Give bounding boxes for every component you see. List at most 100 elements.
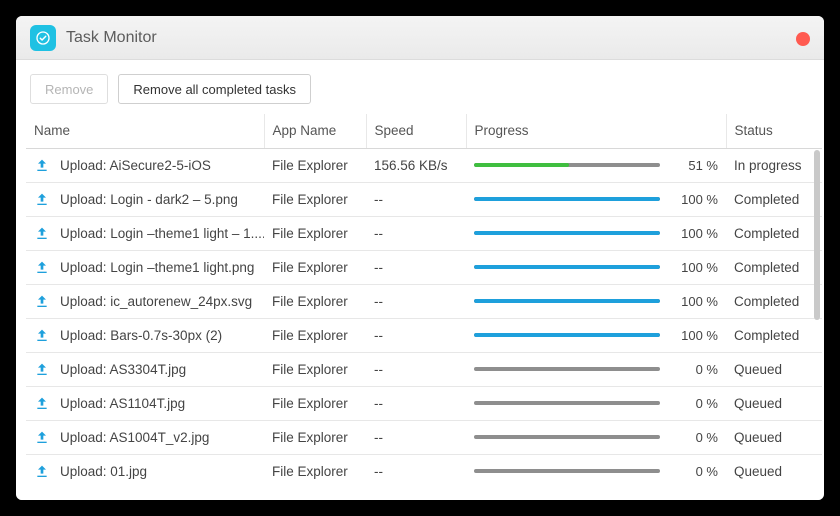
task-status: Completed — [726, 250, 822, 284]
col-app[interactable]: App Name — [264, 114, 366, 148]
remove-all-completed-button[interactable]: Remove all completed tasks — [118, 74, 311, 104]
upload-icon — [34, 157, 50, 173]
task-app: File Explorer — [264, 148, 366, 182]
task-speed: -- — [366, 420, 466, 454]
task-app: File Explorer — [264, 318, 366, 352]
col-speed[interactable]: Speed — [366, 114, 466, 148]
task-progress-cell: 0 % — [466, 420, 726, 454]
task-speed: -- — [366, 216, 466, 250]
progress-bar — [474, 469, 660, 473]
table-row[interactable]: Upload: AS1104T.jpg File Explorer-- 0 % Que… — [26, 386, 822, 420]
titlebar: Task Monitor — [16, 16, 824, 60]
task-name: Upload: AS1104T.jpg — [60, 396, 185, 411]
upload-icon — [34, 225, 50, 241]
task-speed: -- — [366, 318, 466, 352]
bottom-fade — [16, 486, 824, 500]
upload-icon — [34, 259, 50, 275]
table-row[interactable]: Upload: Bars-0.7s-30px (2) File Explorer-… — [26, 318, 822, 352]
task-name: Upload: 01.jpg — [60, 464, 147, 479]
progress-bar — [474, 265, 660, 269]
upload-icon — [34, 429, 50, 445]
progress-percent: 100 % — [674, 294, 718, 309]
table-row[interactable]: Upload: AS1004T_v2.jpg File Explorer-- 0 %… — [26, 420, 822, 454]
progress-bar — [474, 299, 660, 303]
task-speed: -- — [366, 250, 466, 284]
task-status: In progress — [726, 148, 822, 182]
task-speed: 156.56 KB/s — [366, 148, 466, 182]
task-speed: -- — [366, 352, 466, 386]
task-app: File Explorer — [264, 420, 366, 454]
task-status: Queued — [726, 352, 822, 386]
progress-percent: 0 % — [674, 464, 718, 479]
task-name: Upload: AS3304T.jpg — [60, 362, 186, 377]
table-header-row: Name App Name Speed Progress Status — [26, 114, 822, 148]
task-app: File Explorer — [264, 386, 366, 420]
progress-bar — [474, 333, 660, 337]
progress-bar — [474, 435, 660, 439]
task-speed: -- — [366, 284, 466, 318]
task-progress-cell: 100 % — [466, 284, 726, 318]
task-progress-cell: 100 % — [466, 250, 726, 284]
progress-percent: 51 % — [674, 158, 718, 173]
progress-bar — [474, 197, 660, 201]
col-name[interactable]: Name — [26, 114, 264, 148]
app-icon — [30, 25, 56, 51]
task-app: File Explorer — [264, 454, 366, 488]
task-status: Completed — [726, 318, 822, 352]
table-row[interactable]: Upload: Login –theme1 light – 1....File … — [26, 216, 822, 250]
upload-icon — [34, 463, 50, 479]
task-table-container: Name App Name Speed Progress Status Uplo… — [16, 114, 824, 500]
task-progress-cell: 100 % — [466, 318, 726, 352]
task-name: Upload: ic_autorenew_24px.svg — [60, 294, 252, 309]
task-progress-cell: 51 % — [466, 148, 726, 182]
progress-bar — [474, 163, 660, 167]
table-row[interactable]: Upload: AS3304T.jpg File Explorer--0 %Que… — [26, 352, 822, 386]
task-status: Queued — [726, 420, 822, 454]
task-app: File Explorer — [264, 182, 366, 216]
task-name: Upload: Bars-0.7s-30px (2) — [60, 328, 222, 343]
remove-button[interactable]: Remove — [30, 74, 108, 104]
task-name: Upload: AS1004T_v2.jpg — [60, 430, 209, 445]
toolbar: Remove Remove all completed tasks — [16, 60, 824, 114]
upload-icon — [34, 327, 50, 343]
progress-percent: 100 % — [674, 260, 718, 275]
task-progress-cell: 0 % — [466, 454, 726, 488]
task-status: Completed — [726, 284, 822, 318]
col-progress[interactable]: Progress — [466, 114, 726, 148]
upload-icon — [34, 395, 50, 411]
task-app: File Explorer — [264, 284, 366, 318]
table-row[interactable]: Upload: Login –theme1 light.pngFile Expl… — [26, 250, 822, 284]
task-status: Queued — [726, 386, 822, 420]
table-row[interactable]: Upload: ic_autorenew_24px.svg File Explor… — [26, 284, 822, 318]
task-status: Completed — [726, 182, 822, 216]
progress-percent: 100 % — [674, 192, 718, 207]
progress-percent: 0 % — [674, 430, 718, 445]
task-progress-cell: 0 % — [466, 386, 726, 420]
task-progress-cell: 100 % — [466, 216, 726, 250]
task-status: Completed — [726, 216, 822, 250]
window-title: Task Monitor — [66, 29, 157, 47]
upload-icon — [34, 191, 50, 207]
task-progress-cell: 100 % — [466, 182, 726, 216]
table-row[interactable]: Upload: Login - dark2 – 5.pngFile Explor… — [26, 182, 822, 216]
table-row[interactable]: Upload: 01.jpg File Explorer-- 0 % Queued — [26, 454, 822, 488]
task-progress-cell: 0 % — [466, 352, 726, 386]
task-speed: -- — [366, 454, 466, 488]
scrollbar[interactable] — [814, 150, 820, 320]
progress-percent: 100 % — [674, 328, 718, 343]
upload-icon — [34, 293, 50, 309]
progress-bar — [474, 401, 660, 405]
col-status[interactable]: Status — [726, 114, 822, 148]
task-status: Queued — [726, 454, 822, 488]
task-speed: -- — [366, 386, 466, 420]
table-row[interactable]: Upload: AiSecure2-5-iOSFile Explorer156.… — [26, 148, 822, 182]
task-app: File Explorer — [264, 352, 366, 386]
task-app: File Explorer — [264, 216, 366, 250]
progress-percent: 0 % — [674, 396, 718, 411]
progress-percent: 100 % — [674, 226, 718, 241]
task-app: File Explorer — [264, 250, 366, 284]
progress-bar — [474, 367, 660, 371]
task-name: Upload: Login –theme1 light – 1.... — [60, 226, 264, 241]
close-icon[interactable] — [796, 32, 810, 46]
progress-bar — [474, 231, 660, 235]
